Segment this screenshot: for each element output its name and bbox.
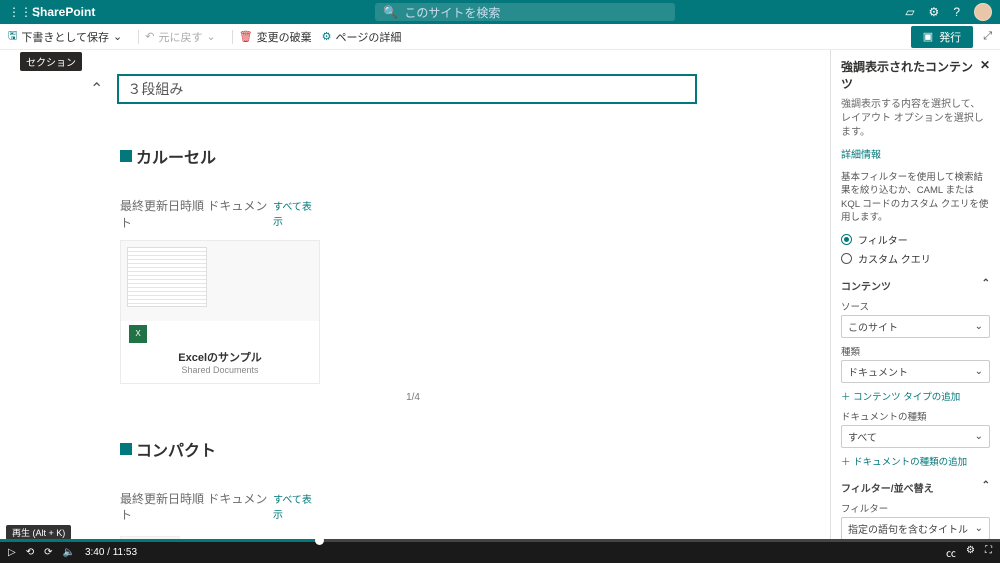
help-icon[interactable]: ? [953,5,960,19]
waffle-icon[interactable]: ⋮⋮⋮ [8,5,24,19]
video-settings-icon[interactable]: ⚙ [966,545,975,560]
chevron-down-icon: ⌄ [113,30,122,43]
expand-panel-icon[interactable]: ⤢ [983,30,992,43]
app-brand[interactable]: SharePoint [32,5,95,19]
document-card[interactable]: X Excelのサンプル Shared Documents [120,240,320,384]
command-bar: 🖫 下書きとして保存 ⌄ ↶ 元に戻す ⌄ 🗑 変更の破棄 ⚙ ページの詳細 ▣… [0,24,1000,50]
publish-icon: ▣ [923,30,933,43]
video-control-bar: 再生 (Alt + K) ▷ ⟲ ⟳ 🔈 3:40 / 11:53 ㏄ ⚙ ⛶ [0,541,1000,563]
carousel-counter: 1/4 [120,392,420,403]
megaphone-icon[interactable]: ▱ [905,5,914,19]
discard-button[interactable]: 🗑 変更の破棄 [239,29,312,45]
save-icon: 🖫 [8,27,17,46]
search-box[interactable]: 🔍 このサイトを検索 [375,3,675,21]
section-label: セクション [20,52,82,71]
settings-icon[interactable]: ⚙ [929,5,940,19]
heading-carousel: カルーセル [120,144,830,168]
learn-more-link[interactable]: 詳細情報 [841,146,990,161]
fullscreen-icon[interactable]: ⛶ [985,545,992,560]
square-marker-icon [120,150,132,162]
volume-icon[interactable]: 🔈 [62,547,74,558]
video-time: 3:40 / 11:53 [85,547,137,558]
video-progress[interactable] [0,539,1000,542]
undo-button[interactable]: ↶ 元に戻す ⌄ [145,29,215,45]
search-placeholder: このサイトを検索 [404,4,500,21]
undo-icon: ↶ [145,30,154,43]
square-marker-icon [120,443,132,455]
card-library: Shared Documents [121,365,319,375]
panel-title: 強調表示されたコンテンツ [841,58,980,92]
source-dropdown[interactable]: このサイト⌄ [841,315,990,338]
user-avatar[interactable] [974,3,992,21]
page-details-button[interactable]: ⚙ ページの詳細 [322,29,402,45]
skip-back-icon[interactable]: ⟲ [26,547,34,558]
type-dropdown[interactable]: ドキュメント⌄ [841,360,990,383]
panel-desc: 強調表示する内容を選択して、レイアウト オプションを選択します。 [841,98,990,140]
property-panel: 強調表示されたコンテンツ✕ 強調表示する内容を選択して、レイアウト オプションを… [830,50,1000,541]
doctype-dropdown[interactable]: すべて⌄ [841,425,990,448]
excel-file-icon: X [129,325,147,343]
section-title-input[interactable] [117,74,697,104]
collapse-section-icon[interactable]: ⌃ [90,79,103,99]
suite-header: ⋮⋮⋮ SharePoint 🔍 このサイトを検索 ▱ ⚙ ? [0,0,1000,24]
discard-icon: 🗑 [239,30,253,43]
webpart-title: 最終更新日時順 ドキュメント [120,491,273,525]
play-tooltip: 再生 (Alt + K) [6,525,71,540]
filter-hint: 基本フィルターを使用して検索結果を絞り込むか、CAML または KQL コードの… [841,171,990,224]
close-icon[interactable]: ✕ [980,58,990,92]
save-draft-button[interactable]: 🖫 下書きとして保存 ⌄ [8,27,122,46]
skip-fwd-icon[interactable]: ⟳ [44,547,52,558]
add-content-type[interactable]: ＋ コンテンツ タイプの追加 [841,389,990,403]
details-icon: ⚙ [322,30,332,43]
card-title: Excelのサンプル [121,349,319,365]
chevron-down-icon: ⌄ [206,30,215,43]
search-icon: 🔍 [383,5,398,19]
publish-button[interactable]: ▣ 発行 [911,26,973,48]
chevron-up-icon[interactable]: ⌃ [982,480,990,495]
see-all-link[interactable]: すべて表示 [273,198,320,228]
doc-thumbnail [127,247,207,307]
webpart-title: 最終更新日時順 ドキュメント [120,198,273,232]
chevron-up-icon[interactable]: ⌃ [982,278,990,293]
play-icon[interactable]: ▷ [8,547,16,558]
see-all-link[interactable]: すべて表示 [273,491,320,521]
heading-compact: コンパクト [120,437,830,461]
add-doctype[interactable]: ＋ ドキュメントの種類の追加 [841,454,990,468]
radio-filter[interactable]: フィルター [841,232,990,247]
filter-dropdown[interactable]: 指定の語句を含むタイトル⌄ [841,517,990,540]
radio-custom-query[interactable]: カスタム クエリ [841,251,990,266]
captions-icon[interactable]: ㏄ [946,545,956,560]
page-canvas: セクション ⌃ カルーセル 最終更新日時順 ドキュメント すべて表示 X Exc… [0,50,830,541]
